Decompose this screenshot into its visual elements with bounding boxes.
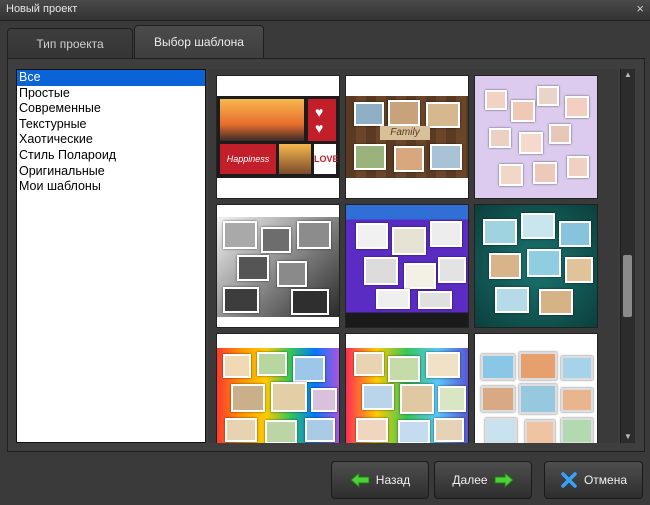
category-item-modern[interactable]: Современные	[17, 101, 205, 117]
scrollbar-thumb[interactable]	[623, 255, 632, 317]
cancel-button[interactable]: Отмена	[544, 461, 643, 499]
template-grid: ♥ ♥ Happiness LOVE Family	[208, 69, 618, 443]
template-thumbnail[interactable]	[216, 333, 340, 443]
arrow-right-icon	[494, 472, 514, 488]
category-item-original[interactable]: Оригинальные	[17, 164, 205, 180]
template-thumbnail[interactable]	[474, 333, 598, 443]
cancel-button-label: Отмена	[583, 473, 628, 487]
family-caption: Family	[380, 126, 430, 140]
next-button[interactable]: Далее	[434, 461, 532, 499]
back-button[interactable]: Назад	[331, 461, 429, 499]
template-thumbnail[interactable]	[474, 75, 598, 199]
template-thumbnail[interactable]: Family	[345, 75, 469, 199]
scroll-up-icon[interactable]: ▲	[621, 69, 635, 81]
template-thumbnail[interactable]	[216, 204, 340, 328]
title-bar: Новый проект ×	[0, 0, 650, 21]
close-x-icon	[561, 472, 577, 488]
scroll-down-icon[interactable]: ▼	[621, 431, 635, 443]
back-button-label: Назад	[375, 473, 411, 487]
happiness-caption: Happiness	[220, 144, 276, 174]
template-thumbnail[interactable]	[474, 204, 598, 328]
vertical-scrollbar[interactable]: ▲ ▼	[620, 69, 635, 443]
template-thumbnail[interactable]	[345, 204, 469, 328]
next-button-label: Далее	[452, 473, 488, 487]
tab-template-choice[interactable]: Выбор шаблона	[134, 25, 264, 59]
category-item-simple[interactable]: Простые	[17, 86, 205, 102]
love-caption: LOVE	[314, 144, 339, 174]
arrow-left-icon	[350, 472, 370, 488]
category-item-all[interactable]: Все	[17, 70, 205, 86]
close-icon[interactable]: ×	[636, 1, 644, 16]
category-item-my-templates[interactable]: Мои шаблоны	[17, 179, 205, 195]
window-title: Новый проект	[6, 3, 78, 15]
category-item-chaotic[interactable]: Хаотические	[17, 132, 205, 148]
template-thumbnail[interactable]	[345, 333, 469, 443]
category-list: Все Простые Современные Текстурные Хаоти…	[16, 69, 206, 443]
tab-project-type[interactable]: Тип проекта	[7, 28, 133, 59]
category-item-polaroid[interactable]: Стиль Полароид	[17, 148, 205, 164]
category-item-textured[interactable]: Текстурные	[17, 117, 205, 133]
template-thumbnail[interactable]: ♥ ♥ Happiness LOVE	[216, 75, 340, 199]
